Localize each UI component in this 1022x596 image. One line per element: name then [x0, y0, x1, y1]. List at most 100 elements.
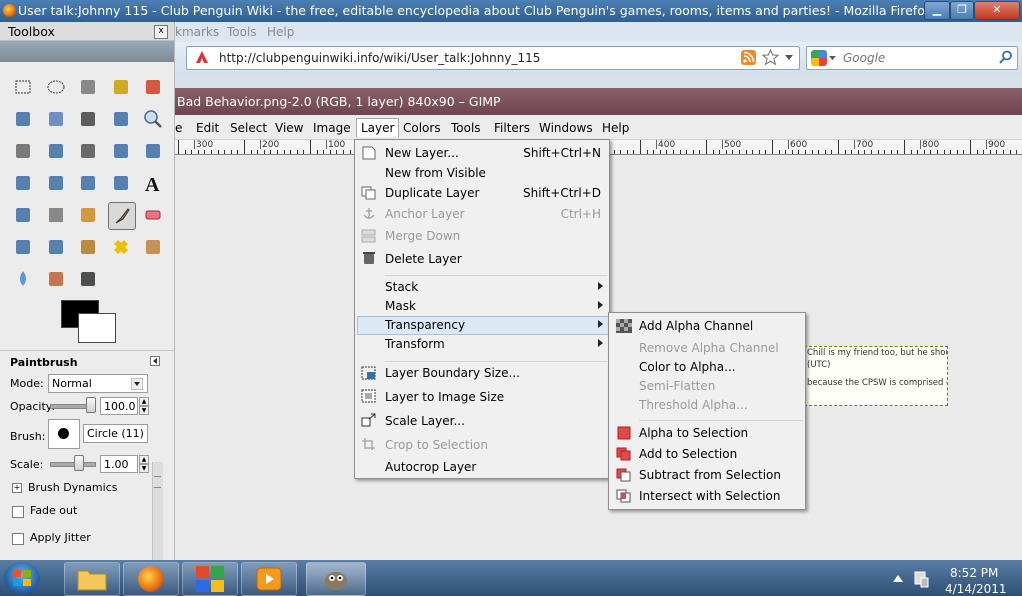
url-bar[interactable]: http://clubpenguinwiki.info/wiki/User_ta… [186, 46, 800, 70]
clock-time[interactable]: 8:52 PM [950, 566, 998, 580]
layer-menu-item-mask[interactable]: Mask [385, 299, 416, 313]
layer-menu-item-duplicate-layer[interactable]: Duplicate Layer [385, 186, 479, 200]
layer-menu-item-scale-layer[interactable]: Scale Layer... [385, 414, 465, 428]
foreground-select-tool-button[interactable] [43, 106, 69, 132]
shear-tool-button[interactable] [43, 170, 69, 196]
clock-date[interactable]: 4/14/2011 [945, 582, 1007, 596]
gimp-menu-windows[interactable]: Windows [539, 121, 593, 135]
layer-menu-item-delete-layer[interactable]: Delete Layer [385, 252, 462, 266]
eraser-tool-button[interactable] [140, 202, 166, 228]
gimp-menu-colors[interactable]: Colors [403, 121, 441, 135]
gimp-menu-filters[interactable]: Filters [494, 121, 530, 135]
airbrush-tool-button[interactable] [10, 234, 36, 260]
gimp-menu-edit[interactable]: Edit [196, 121, 219, 135]
transparency-item-color-to-alpha[interactable]: Color to Alpha... [639, 360, 736, 374]
pencil-tool-button[interactable] [75, 202, 101, 228]
perspective-clone-tool-button[interactable] [140, 234, 166, 260]
start-button[interactable] [4, 562, 40, 594]
rect-select-tool-button[interactable] [10, 74, 36, 100]
align-tool-button[interactable] [75, 138, 101, 164]
taskbar-gimp-button[interactable] [306, 562, 366, 596]
layer-menu-item-autocrop-layer[interactable]: Autocrop Layer [385, 460, 476, 474]
free-select-tool-button[interactable] [75, 74, 101, 100]
taskbar-firefox-button[interactable] [123, 562, 179, 596]
gimp-menu-select[interactable]: Select [230, 121, 267, 135]
zoom-tool-button[interactable] [140, 106, 166, 132]
mode-select[interactable]: Normal [48, 374, 148, 393]
paintbrush-tool-button[interactable] [107, 202, 136, 230]
dodge-burn-tool-button[interactable] [75, 266, 101, 292]
clone-tool-button[interactable] [75, 234, 101, 260]
scale-spin-up[interactable]: ▲ [139, 455, 149, 464]
show-hidden-icons-icon[interactable] [893, 574, 903, 582]
scale-slider-track[interactable] [50, 462, 96, 467]
expand-icon[interactable]: + [12, 483, 22, 493]
maximize-button[interactable]: ❐ [950, 1, 974, 20]
gimp-menu-file[interactable]: e [175, 121, 182, 135]
brush-preview-button[interactable] [48, 419, 80, 449]
menu-tools[interactable]: Tools [227, 25, 257, 39]
gimp-menu-image[interactable]: Image [313, 121, 351, 135]
scale-field[interactable]: 1.00 [100, 455, 138, 473]
layer-menu-item-new-from-visible[interactable]: New from Visible [385, 166, 486, 180]
scissors-tool-button[interactable] [10, 106, 36, 132]
brush-name-field[interactable]: Circle (11) [83, 424, 148, 443]
transparency-item-add-alpha-channel[interactable]: Add Alpha Channel [639, 319, 753, 333]
gimp-menu-tools[interactable]: Tools [451, 121, 481, 135]
blur-tool-button[interactable] [10, 266, 36, 292]
opacity-field[interactable]: 100.0 [100, 397, 138, 415]
url-dropdown-icon[interactable] [785, 55, 793, 61]
gimp-menu-layer[interactable]: Layer [356, 118, 400, 137]
menu-bookmarks[interactable]: kmarks [175, 25, 219, 39]
scale-spin-down[interactable]: ▼ [139, 464, 149, 473]
transparency-item-subtract-from-selection[interactable]: Subtract from Selection [639, 468, 781, 482]
scale-tool-button[interactable] [10, 170, 36, 196]
layer-menu-item-new-layer[interactable]: New Layer... [385, 146, 459, 160]
transparency-item-intersect-with-selection[interactable]: Intersect with Selection [639, 489, 781, 503]
color-picker-tool-button[interactable] [108, 106, 134, 132]
layer-menu-item-layer-boundary-size[interactable]: Layer Boundary Size... [385, 366, 520, 380]
scrollbar-grip[interactable] [154, 476, 161, 488]
search-bar[interactable]: Google [806, 46, 1018, 70]
taskbar-app-button[interactable] [182, 562, 238, 596]
background-color-swatch[interactable] [78, 313, 116, 343]
apply-jitter-checkbox[interactable] [12, 533, 24, 545]
color-select-tool-button[interactable] [140, 74, 166, 100]
search-icon[interactable] [999, 50, 1013, 64]
rss-feed-icon[interactable] [741, 50, 756, 65]
blend-tool-button[interactable] [43, 202, 69, 228]
toolbox-close-button[interactable]: x [154, 25, 168, 39]
bucket-fill-tool-button[interactable] [10, 202, 36, 228]
perspective-tool-button[interactable] [75, 170, 101, 196]
transparency-item-alpha-to-selection[interactable]: Alpha to Selection [639, 426, 748, 440]
search-engine-dropdown-icon[interactable] [829, 56, 836, 61]
close-button[interactable]: ✕ [974, 1, 1020, 20]
text-tool-button[interactable]: A [140, 170, 166, 196]
bookmark-star-icon[interactable] [762, 49, 779, 66]
rotate-tool-button[interactable] [140, 138, 166, 164]
ellipse-select-tool-button[interactable] [43, 74, 69, 100]
tool-options-scrollbar[interactable] [152, 462, 163, 560]
url-text[interactable]: http://clubpenguinwiki.info/wiki/User_ta… [219, 51, 540, 65]
crop-tool-button[interactable] [108, 138, 134, 164]
transparency-item-add-to-selection[interactable]: Add to Selection [639, 447, 737, 461]
taskbar-explorer-button[interactable] [64, 562, 120, 596]
move-tool-button[interactable] [43, 138, 69, 164]
flip-tool-button[interactable] [108, 170, 134, 196]
heal-tool-button[interactable] [108, 234, 134, 260]
tool-options-menu-icon[interactable] [150, 356, 160, 366]
measure-tool-button[interactable] [10, 138, 36, 164]
layer-menu-item-transparency[interactable]: Transparency [385, 318, 465, 332]
brush-dynamics-expander[interactable]: Brush Dynamics [28, 481, 117, 494]
fade-out-checkbox[interactable] [12, 506, 24, 518]
smudge-tool-button[interactable] [43, 266, 69, 292]
network-icon[interactable] [913, 570, 929, 588]
layer-menu-item-layer-to-image-size[interactable]: Layer to Image Size [385, 390, 504, 404]
chevron-down-icon[interactable] [131, 378, 143, 390]
opacity-slider-handle[interactable] [86, 397, 96, 413]
gimp-menu-view[interactable]: View [275, 121, 303, 135]
ink-tool-button[interactable] [43, 234, 69, 260]
google-icon[interactable] [811, 50, 827, 66]
menu-help[interactable]: Help [267, 25, 294, 39]
layer-menu-item-transform[interactable]: Transform [385, 337, 445, 351]
